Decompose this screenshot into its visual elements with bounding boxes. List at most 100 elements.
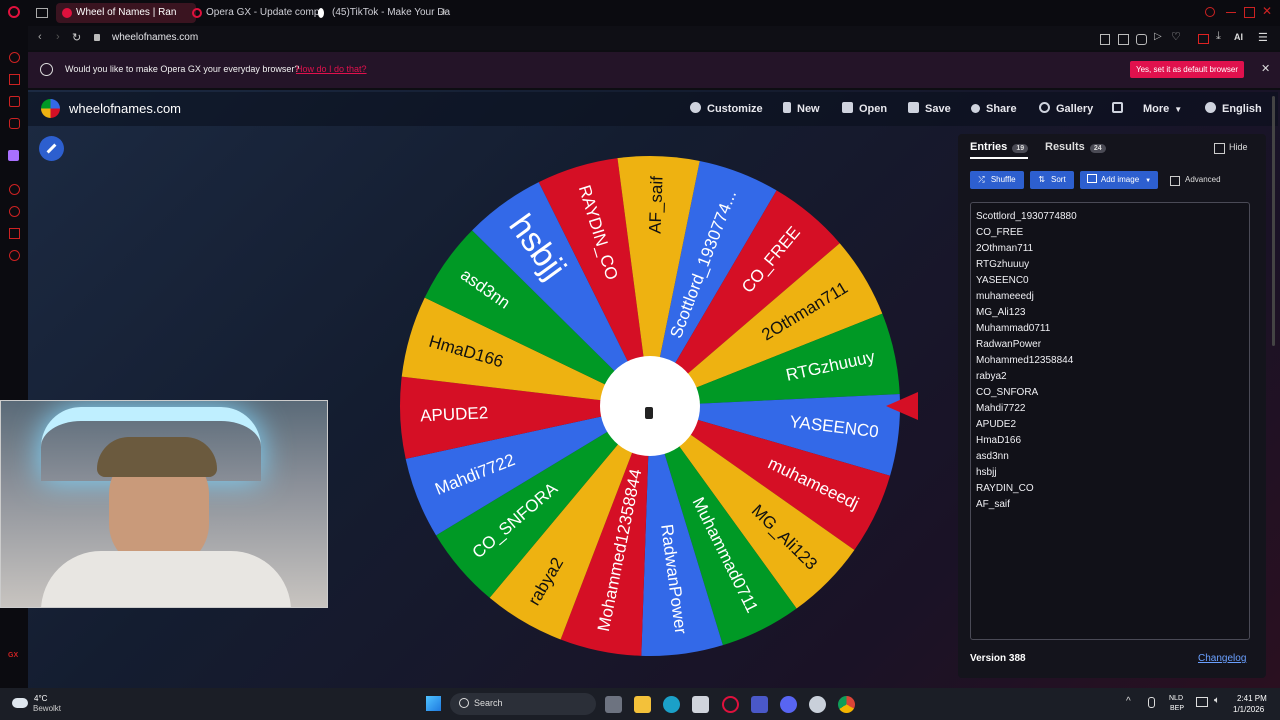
lock-icon <box>94 34 100 41</box>
tab-wheel-of-names[interactable]: Wheel of Names | Ran <box>56 3 196 23</box>
forward-icon[interactable]: › <box>56 31 60 43</box>
history-icon[interactable] <box>9 206 20 217</box>
weather-cloud-icon[interactable] <box>12 698 28 708</box>
wallet-icon[interactable] <box>1198 34 1209 44</box>
chrome-icon[interactable] <box>838 696 855 713</box>
steam-icon[interactable] <box>809 696 826 713</box>
site-logo-text[interactable]: wheelofnames.com <box>69 101 181 116</box>
entry-item: YASEENC0 <box>976 275 1029 286</box>
version-label: Version 388 <box>970 653 1026 664</box>
bookmark-icon[interactable] <box>1100 34 1110 45</box>
ai-icon[interactable]: AI <box>1234 32 1243 42</box>
opera-gx-icon[interactable] <box>722 696 739 713</box>
open-button[interactable]: Open <box>842 92 887 126</box>
snapshot-icon[interactable] <box>1118 34 1129 45</box>
close-window-button[interactable]: ✕ <box>1262 4 1272 18</box>
address-bar: ‹ › ↻ wheelofnames.com ▷ ♡ ⤓ AI ☰ <box>0 26 1280 50</box>
infobar-help-link[interactable]: How do I do that? <box>296 64 367 74</box>
add-image-button[interactable]: Add image ▼ <box>1080 171 1158 189</box>
results-count-badge: 24 <box>1089 144 1106 153</box>
sidebar-instagram-icon[interactable] <box>9 118 20 129</box>
edge-icon[interactable] <box>663 696 680 713</box>
minimize-window-button[interactable] <box>1226 12 1236 13</box>
clock-time[interactable]: 2:41 PM <box>1237 694 1267 703</box>
advanced-label: Advanced <box>1185 175 1221 184</box>
sidebar-home-icon[interactable] <box>9 74 20 85</box>
system-tray-chevron-icon[interactable]: ^ <box>1126 696 1131 707</box>
opera-favicon-icon <box>192 8 202 18</box>
changelog-link[interactable]: Changelog <box>1198 653 1246 664</box>
network-icon[interactable] <box>1196 697 1208 707</box>
shield-icon[interactable] <box>1136 34 1147 45</box>
weather-temperature: 4°C <box>34 694 48 703</box>
tab-title: Opera GX - Update comp <box>206 7 320 18</box>
more-menu[interactable]: More ▼ <box>1143 92 1182 126</box>
language-selector[interactable]: English <box>1205 92 1262 126</box>
gx-logo-icon[interactable]: GX <box>8 652 18 659</box>
maximize-window-button[interactable] <box>1244 7 1255 18</box>
entry-item: hsbjj <box>976 467 997 478</box>
set-default-browser-button[interactable]: Yes, set it as default browser <box>1130 61 1244 78</box>
back-icon[interactable]: ‹ <box>38 31 42 43</box>
sidebar-player-icon[interactable] <box>9 184 20 195</box>
palette-icon <box>690 102 701 113</box>
tab-title: (45)TikTok - Make Your Da <box>332 7 451 18</box>
tab-opera-update[interactable]: Opera GX - Update comp <box>186 3 326 23</box>
infobar-close-button[interactable]: ✕ <box>1261 62 1270 75</box>
search-icon <box>1039 102 1050 113</box>
gx-control-icon[interactable] <box>9 52 20 63</box>
file-explorer-icon[interactable] <box>634 696 651 713</box>
entry-item: Mahdi7722 <box>976 403 1026 414</box>
opera-logo-icon[interactable] <box>8 6 20 18</box>
discord-icon[interactable] <box>780 696 797 713</box>
workspaces-icon[interactable] <box>36 8 48 18</box>
hide-label: Hide <box>1229 142 1248 152</box>
taskbar-search[interactable]: Search <box>450 693 596 715</box>
entries-tab-underline <box>970 157 1028 159</box>
language-bottom[interactable]: BEP <box>1170 705 1184 712</box>
site-logo-icon[interactable] <box>41 99 60 118</box>
shuffle-button[interactable]: ⤮ Shuffle <box>970 171 1024 189</box>
microphone-icon[interactable] <box>1148 697 1155 708</box>
entry-item: CO_FREE <box>976 227 1024 238</box>
language-top[interactable]: NLD <box>1169 695 1183 702</box>
settings-icon[interactable] <box>9 250 20 261</box>
customize-button[interactable]: Customize <box>690 92 763 126</box>
start-button[interactable] <box>426 696 441 711</box>
reload-icon[interactable]: ↻ <box>72 31 81 44</box>
sort-button[interactable]: ⇅ Sort <box>1030 171 1074 189</box>
heart-icon[interactable]: ♡ <box>1171 30 1181 43</box>
sort-icon: ⇅ <box>1038 175 1046 184</box>
hide-checkbox[interactable] <box>1214 143 1225 154</box>
tab-tiktok[interactable]: (45)TikTok - Make Your Da <box>312 3 454 23</box>
folder-icon <box>842 102 853 113</box>
advanced-checkbox[interactable] <box>1170 176 1180 186</box>
menu-icon[interactable]: ☰ <box>1258 31 1268 44</box>
clock-date[interactable]: 1/1/2026 <box>1233 705 1264 714</box>
entries-scrollbar[interactable] <box>1272 96 1275 346</box>
gallery-button[interactable]: Gallery <box>1039 92 1093 126</box>
twitch-icon[interactable] <box>8 150 19 161</box>
sidebar-extensions-icon[interactable] <box>9 228 20 239</box>
tab-results[interactable]: Results 24 <box>1045 141 1106 153</box>
fullscreen-button[interactable] <box>1112 92 1129 126</box>
download-icon[interactable]: ⤓ <box>1216 30 1221 43</box>
share-button[interactable]: Share <box>971 92 1017 126</box>
save-button[interactable]: Save <box>908 92 951 126</box>
url-field[interactable]: wheelofnames.com <box>112 32 198 43</box>
tab-entries[interactable]: Entries 19 <box>970 141 1029 153</box>
search-tabs-icon[interactable] <box>1205 7 1215 17</box>
store-icon[interactable] <box>692 696 709 713</box>
volume-icon[interactable]: 🔈︎ <box>1214 695 1220 706</box>
task-view-icon[interactable] <box>605 696 622 713</box>
app-icon[interactable] <box>751 696 768 713</box>
new-button[interactable]: New <box>783 92 820 126</box>
entry-item: RTGzhuuuy <box>976 259 1030 270</box>
entry-item: AF_saif <box>976 499 1010 510</box>
entry-item: RAYDIN_CO <box>976 483 1034 494</box>
play-icon[interactable]: ▷ <box>1154 31 1162 42</box>
sidebar-messenger-icon[interactable] <box>9 96 20 107</box>
entry-item: MG_Ali123 <box>976 307 1026 318</box>
new-tab-button[interactable]: + <box>440 4 448 19</box>
edit-pencil-button[interactable] <box>39 136 64 161</box>
